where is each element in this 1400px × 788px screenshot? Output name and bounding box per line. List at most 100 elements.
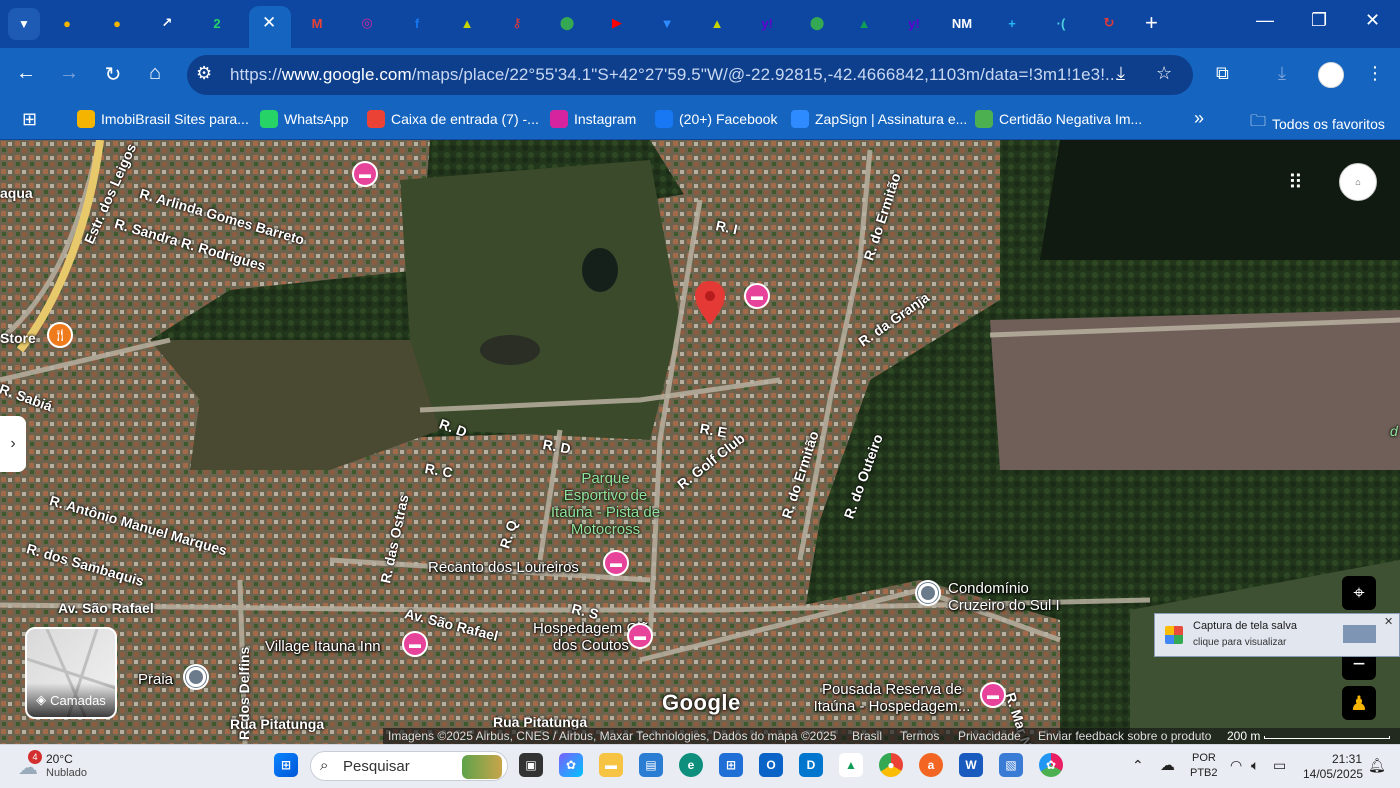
- bookmark-item[interactable]: (20+) Facebook: [655, 110, 777, 128]
- place-label[interactable]: Pousada Reserva de Itaúna - Hospedagem..…: [802, 681, 982, 715]
- dell-icon[interactable]: D: [799, 753, 823, 777]
- url-text[interactable]: https://www.google.com/maps/place/22°55'…: [230, 65, 1120, 85]
- bookmark-item[interactable]: Caixa de entrada (7) -...: [367, 110, 539, 128]
- task-view-icon[interactable]: ▣: [519, 753, 543, 777]
- street-view-pegman-icon[interactable]: ♟: [1342, 686, 1376, 720]
- place-pin-icon[interactable]: [915, 580, 941, 606]
- menu-icon[interactable]: ⋮: [1366, 63, 1384, 84]
- tab-chart-icon[interactable]: ↗: [155, 11, 179, 35]
- tab-yahoo-icon[interactable]: y!: [902, 11, 926, 35]
- battery-icon[interactable]: ▭: [1273, 757, 1286, 774]
- tab-triangle-icon[interactable]: ▲: [455, 11, 479, 35]
- profile-avatar[interactable]: [1318, 62, 1344, 88]
- wifi-icon[interactable]: ◠: [1230, 757, 1242, 774]
- tab-refresh-red-icon[interactable]: ↻: [1097, 11, 1121, 35]
- tab-maps-icon[interactable]: ⬤: [555, 11, 579, 35]
- feedback-link[interactable]: Enviar feedback sobre o produto: [1038, 729, 1211, 743]
- bookmark-item[interactable]: Instagram: [550, 110, 636, 128]
- download-icon[interactable]: ⤓: [1278, 63, 1286, 84]
- tab-drive-icon[interactable]: ▲: [852, 11, 876, 35]
- tab-nm-icon[interactable]: NM: [950, 11, 974, 35]
- screenshot-saved-toast[interactable]: Captura de tela salva clique para visual…: [1154, 613, 1400, 657]
- tab-search-button[interactable]: ▼: [8, 8, 40, 40]
- notification-bell-icon[interactable]: 🔔︎: [1368, 757, 1386, 774]
- toast-close-icon[interactable]: ✕: [1384, 615, 1393, 628]
- start-windows-icon[interactable]: ⊞: [274, 753, 298, 777]
- tab-gmail-icon[interactable]: M: [305, 11, 329, 35]
- hotel-pin-icon[interactable]: ▬: [980, 682, 1006, 708]
- hotel-pin-icon[interactable]: ▬: [402, 631, 428, 657]
- tab-imobibrasil-icon[interactable]: ●: [55, 11, 79, 35]
- tab-instagram-icon[interactable]: ◎: [355, 11, 379, 35]
- tab-zapsign-icon[interactable]: ▼: [655, 11, 679, 35]
- chrome-icon[interactable]: ●: [879, 753, 903, 777]
- clock-time[interactable]: 21:31: [1332, 752, 1362, 766]
- satellite-map[interactable]: › ⠿ ⌂ ◈ Camadas ⌖ − ♟ Captura de tela sal…: [0, 140, 1400, 744]
- tab-facebook-icon[interactable]: f: [405, 11, 429, 35]
- privacy-link[interactable]: Privacidade: [958, 729, 1021, 743]
- copilot-icon[interactable]: ✿: [559, 753, 583, 777]
- place-label[interactable]: Condomínio Cruzeiro do Sul I: [948, 580, 1088, 614]
- language-indicator[interactable]: POR: [1192, 752, 1216, 764]
- terms-link[interactable]: Termos: [900, 729, 939, 743]
- bookmark-item[interactable]: ImobiBrasil Sites para...: [77, 110, 249, 128]
- microsoft-store-icon[interactable]: ⊞: [719, 753, 743, 777]
- tab-imobibrasil-icon[interactable]: ●: [105, 11, 129, 35]
- park-label[interactable]: Parque Esportivo de Itaúna - Pista de Mo…: [548, 470, 663, 538]
- place-pin-icon[interactable]: [183, 664, 209, 690]
- photos-icon[interactable]: ▧: [999, 753, 1023, 777]
- hotel-pin-icon[interactable]: ▬: [744, 283, 770, 309]
- minimize-icon[interactable]: —: [1256, 10, 1274, 31]
- google-apps-icon[interactable]: ⠿: [1288, 170, 1303, 195]
- extensions-icon[interactable]: ⧉: [1216, 63, 1229, 84]
- side-panel-toggle[interactable]: ›: [0, 416, 26, 472]
- place-label[interactable]: Village Itauna Inn: [265, 638, 381, 655]
- bookmark-star-icon[interactable]: ☆: [1156, 63, 1172, 84]
- avast-icon[interactable]: a: [919, 753, 943, 777]
- reload-icon[interactable]: ↻: [99, 62, 127, 87]
- clock-date[interactable]: 14/05/2025: [1303, 767, 1363, 781]
- tab-plus-box-icon[interactable]: +: [1000, 11, 1024, 35]
- more-bookmarks-icon[interactable]: »: [1194, 108, 1204, 129]
- hotel-pin-icon[interactable]: ▬: [603, 550, 629, 576]
- tray-chevron-icon[interactable]: ⌃: [1132, 757, 1144, 774]
- new-tab-button[interactable]: +: [1145, 10, 1158, 36]
- hotel-pin-icon[interactable]: ▬: [627, 623, 653, 649]
- bookmark-item[interactable]: ZapSign | Assinatura e...: [791, 110, 967, 128]
- scale-label[interactable]: 200 m: [1227, 729, 1260, 743]
- tab-whatsapp-icon[interactable]: 2: [205, 11, 229, 35]
- word-icon[interactable]: W: [959, 753, 983, 777]
- volume-icon[interactable]: 🔈︎: [1251, 757, 1259, 774]
- place-label[interactable]: Praia: [138, 671, 173, 688]
- bookmark-item[interactable]: WhatsApp: [260, 110, 349, 128]
- google-drive-icon[interactable]: ▲: [839, 753, 863, 777]
- install-app-icon[interactable]: ⤓: [1117, 63, 1125, 84]
- tab-youtube-icon[interactable]: ▶: [605, 11, 629, 35]
- back-icon[interactable]: ←: [12, 62, 40, 85]
- country-link[interactable]: Brasil: [852, 729, 882, 743]
- my-location-button[interactable]: ⌖: [1342, 576, 1376, 610]
- layers-button[interactable]: ◈ Camadas: [25, 627, 117, 719]
- bookmark-item[interactable]: Certidão Negativa Im...: [975, 110, 1142, 128]
- location-marker-icon[interactable]: [695, 281, 725, 325]
- keyboard-layout[interactable]: PTB2: [1190, 767, 1218, 779]
- tab-key-icon[interactable]: ⚷: [505, 11, 529, 35]
- onedrive-icon[interactable]: ☁: [1160, 756, 1175, 774]
- store-app-icon[interactable]: ▤: [639, 753, 663, 777]
- site-info-icon[interactable]: ⚙: [196, 63, 212, 84]
- close-tab-icon[interactable]: ✕: [262, 13, 276, 33]
- restore-icon[interactable]: ❐: [1311, 10, 1327, 31]
- temperature[interactable]: 20°C: [46, 752, 73, 766]
- weather-condition[interactable]: Nublado: [46, 767, 87, 779]
- edge-icon[interactable]: e: [679, 753, 703, 777]
- close-window-icon[interactable]: ✕: [1365, 10, 1380, 31]
- tab-triangle-icon[interactable]: ▲: [705, 11, 729, 35]
- apps-grid-icon[interactable]: ⊞: [22, 109, 37, 130]
- home-icon[interactable]: ⌂: [141, 62, 169, 85]
- place-label[interactable]: Recanto dos Loureiros: [428, 559, 579, 576]
- hotel-pin-icon[interactable]: ▬: [352, 161, 378, 187]
- paint-icon[interactable]: ✿: [1039, 753, 1063, 777]
- file-explorer-icon[interactable]: ▬: [599, 753, 623, 777]
- tab-yahoo-icon[interactable]: y!: [755, 11, 779, 35]
- all-bookmarks-folder[interactable]: 🗀 Todos os favoritos: [1250, 110, 1385, 137]
